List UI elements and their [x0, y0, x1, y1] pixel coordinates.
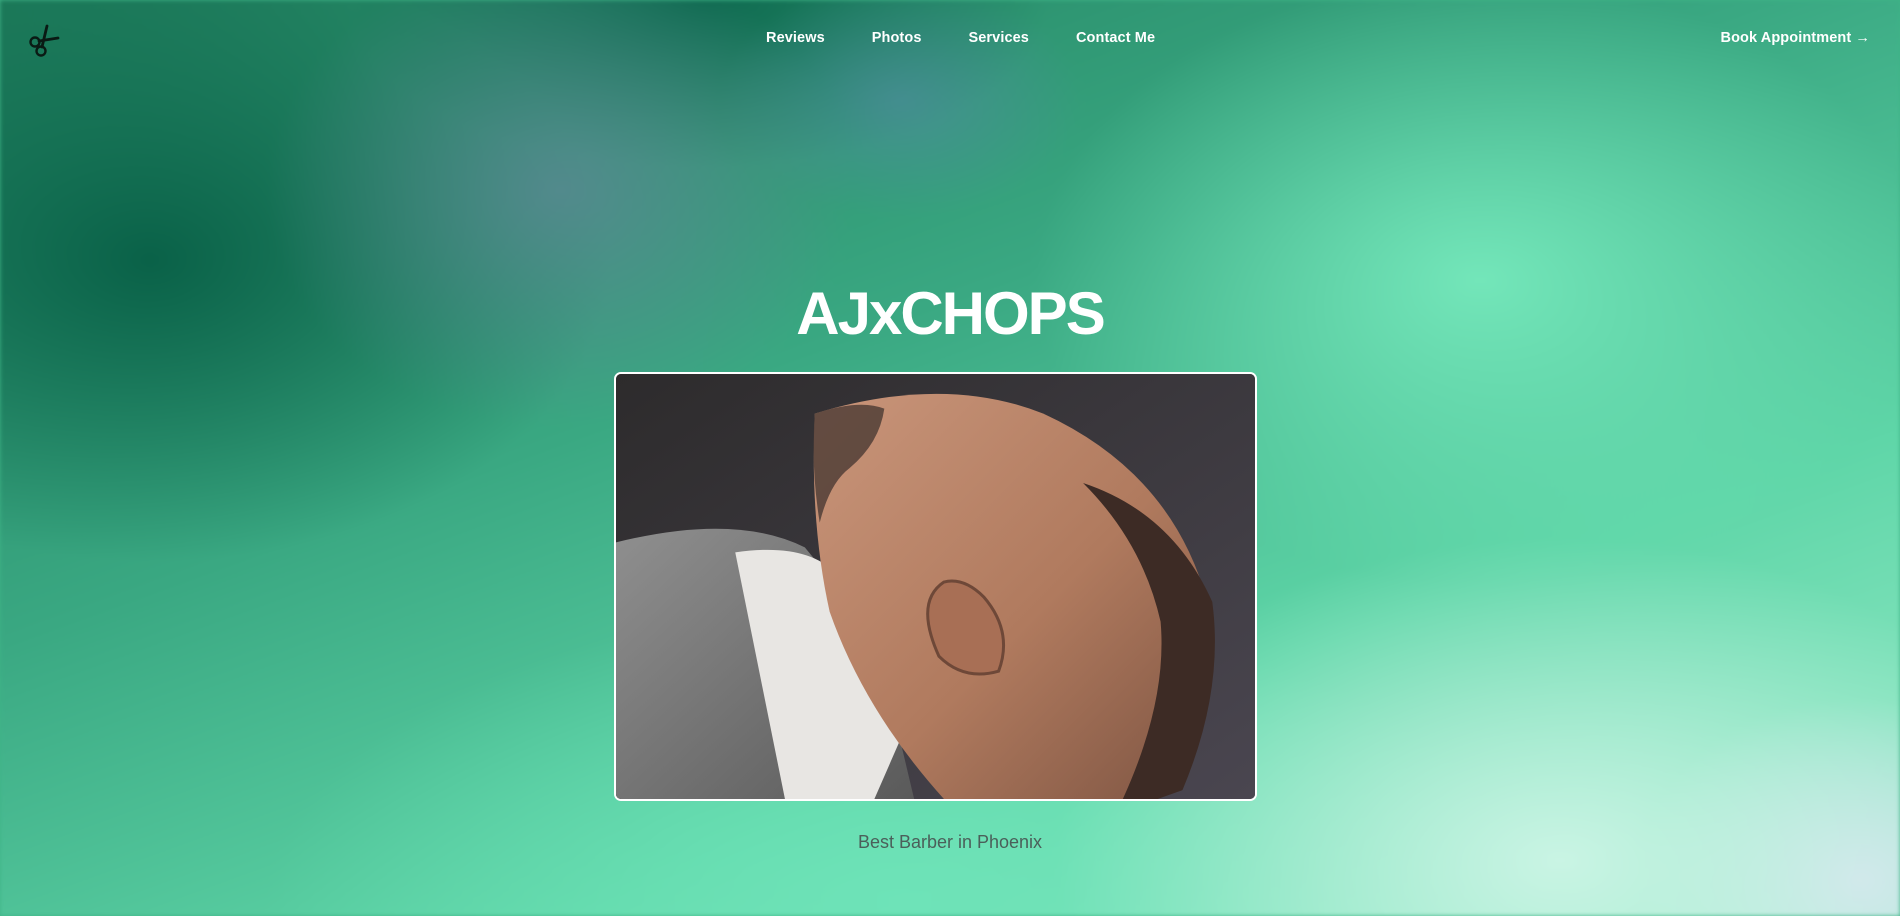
nav-link-reviews[interactable]: Reviews: [766, 30, 825, 46]
hero-photo: [614, 372, 1257, 801]
nav-link-photos[interactable]: Photos: [872, 30, 922, 46]
main-nav: Reviews Photos Services Contact Me: [766, 30, 1155, 46]
page-title: AJxCHOPS: [796, 280, 1105, 347]
site-header: Reviews Photos Services Contact Me Book …: [0, 0, 1900, 78]
scissors-icon[interactable]: [26, 22, 62, 58]
tagline: Best Barber in Phoenix: [857, 832, 1043, 852]
nav-link-contact[interactable]: Contact Me: [1076, 30, 1155, 46]
book-appointment-link[interactable]: Book Appointment →: [1721, 30, 1870, 46]
nav-link-services[interactable]: Services: [969, 30, 1029, 46]
hero-section: AJxCHOPS Best Barber in Phoenix: [0, 0, 1900, 916]
